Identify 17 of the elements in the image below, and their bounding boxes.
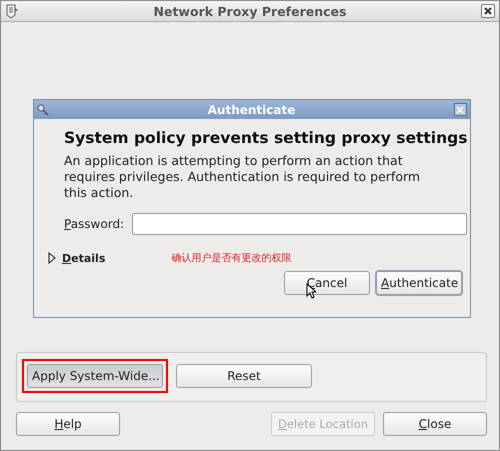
app-icon (5, 4, 19, 18)
window-title: Network Proxy Preferences (154, 4, 346, 18)
reset-button[interactable]: Reset (176, 364, 312, 388)
close-button[interactable]: Close (383, 412, 487, 436)
close-icon[interactable] (480, 4, 495, 18)
key-icon (37, 104, 49, 116)
help-button[interactable]: Help (16, 412, 120, 436)
password-field[interactable] (132, 213, 468, 235)
authenticate-button[interactable]: Authenticate (376, 271, 462, 295)
dialog-message: An application is attempting to perform an action that requires privileges. Authentication is required to perform this action. (64, 153, 422, 201)
annotation-text: 确认用户是否有更改的权限 (171, 252, 292, 265)
password-label: Password: (64, 217, 124, 231)
expander-icon[interactable] (48, 252, 56, 264)
details-expander[interactable]: Details (62, 252, 106, 264)
dialog-title: Authenticate (208, 102, 296, 116)
dialog-heading: System policy prevents setting proxy settings (64, 129, 468, 147)
apply-system-wide-button[interactable]: Apply System-Wide... (27, 364, 163, 388)
